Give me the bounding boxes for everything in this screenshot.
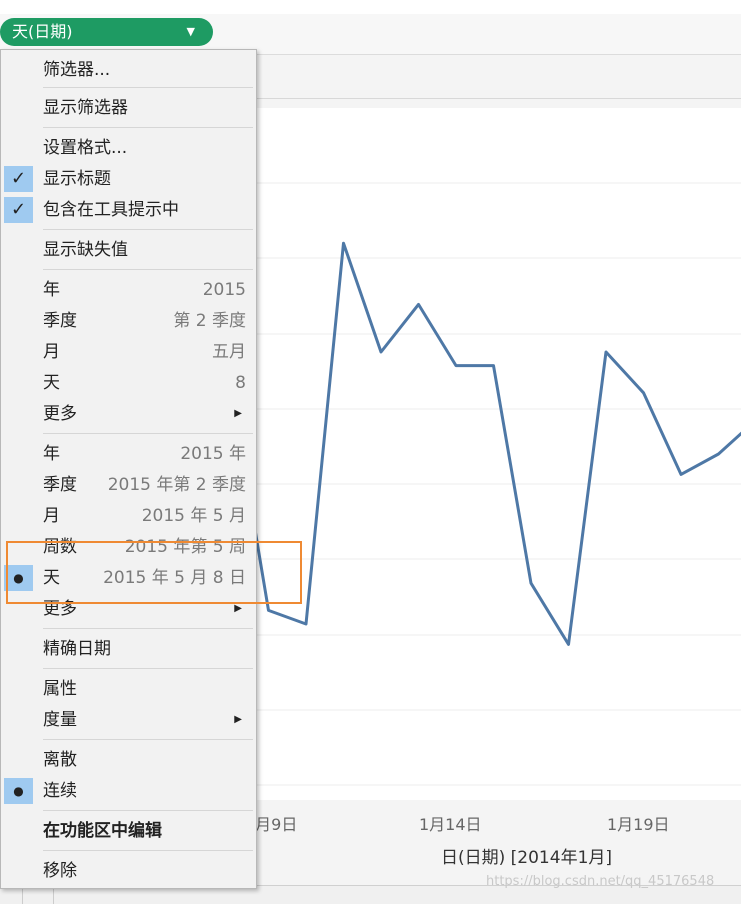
series-line[interactable] — [257, 241, 741, 646]
menu-separator — [43, 850, 253, 851]
menu-item-label: 月 — [43, 506, 60, 526]
menu-item-label: 属性 — [43, 679, 77, 699]
annotation-highlight-box — [6, 541, 302, 604]
menu-item-label: 离散 — [43, 750, 77, 770]
menu-item[interactable]: 精确日期 — [1, 634, 256, 664]
menu-item[interactable]: 移除 — [1, 856, 256, 886]
checkmark-icon: ✓ — [10, 168, 27, 189]
menu-item[interactable]: 月 2015 年 5 月 — [1, 501, 256, 531]
menu-item-label: 包含在工具提示中 — [43, 200, 179, 220]
menu-item-label: 度量 — [43, 710, 77, 730]
x-axis-title[interactable]: 日(日期) [2014年1月] — [441, 843, 612, 868]
line-chart — [257, 182, 741, 786]
menu-separator — [43, 628, 253, 629]
menu-item-label: 天 — [43, 373, 60, 393]
menu-item[interactable]: 更多 ▶ — [1, 399, 256, 429]
menu-item[interactable]: 季度 2015 年第 2 季度 — [1, 470, 256, 500]
menu-item[interactable]: 年 2015 — [1, 275, 256, 305]
menu-separator — [43, 127, 253, 128]
watermark: https://blog.csdn.net/qq_45176548 — [486, 874, 715, 889]
menu-separator — [43, 229, 253, 230]
menu-item-value: 2015 年第 2 季度 — [107, 475, 246, 495]
menu-item[interactable]: 在功能区中编辑 — [1, 816, 256, 846]
menu-item[interactable]: 季度 第 2 季度 — [1, 306, 256, 336]
menu-item-label: 移除 — [43, 861, 77, 881]
x-tick-label: 1月14日 — [419, 815, 482, 834]
menu-item-label: 设置格式... — [43, 138, 128, 158]
menu-separator — [43, 668, 253, 669]
field-context-menu: 筛选器... 显示筛选器设置格式... ✓ 显示标题 ✓ 包含在工具提示中 显示缺失值年 20… — [0, 49, 257, 889]
menu-selection-mark: ✓ — [4, 166, 33, 192]
menu-item[interactable]: 属性 — [1, 674, 256, 704]
menu-item-value: 2015 — [202, 280, 246, 300]
chevron-down-icon[interactable]: ▼ — [187, 18, 195, 46]
plot-area[interactable] — [257, 108, 741, 800]
menu-selection-mark: ✓ — [4, 197, 33, 223]
menu-item[interactable]: 设置格式... — [1, 133, 256, 163]
field-pill-day-date[interactable]: 天(日期) ▼ — [0, 18, 213, 46]
worksheet-header — [257, 60, 741, 99]
menu-separator — [43, 739, 253, 740]
menu-item-value: 2015 年 5 月 — [141, 506, 246, 526]
menu-item[interactable]: ✓ 包含在工具提示中 — [1, 195, 256, 225]
menu-selection-mark: ● — [4, 778, 33, 804]
menu-item-value: 五月 — [212, 342, 246, 362]
menu-item[interactable]: 显示筛选器 — [1, 93, 256, 123]
x-tick-label: 1月19日 — [607, 815, 670, 834]
menu-item-label: 显示筛选器 — [43, 98, 128, 118]
menu-item-label: 季度 — [43, 311, 77, 331]
menu-item[interactable]: 度量 ▶ — [1, 705, 256, 735]
menu-separator — [43, 269, 253, 270]
menu-item[interactable]: ● 连续 — [1, 776, 256, 806]
menu-item-label: 在功能区中编辑 — [43, 821, 162, 841]
menu-item-label: 季度 — [43, 475, 77, 495]
menu-item-label: 显示缺失值 — [43, 240, 128, 260]
menu-item-label: 年 — [43, 280, 60, 300]
menu-item[interactable]: 年 2015 年 — [1, 439, 256, 469]
field-pill-label: 天(日期) — [12, 22, 73, 41]
menu-item-label: 筛选器... — [43, 60, 111, 80]
menu-item[interactable]: 月 五月 — [1, 337, 256, 367]
menu-item[interactable]: 筛选器... — [1, 55, 256, 85]
menu-item-label: 年 — [43, 444, 60, 464]
menu-item[interactable]: 天8 — [1, 368, 256, 398]
menu-item-label: 月 — [43, 342, 60, 362]
menu-item-label: 连续 — [43, 781, 77, 801]
menu-item-value: 8 — [235, 373, 246, 393]
menu-item-value: 第 2 季度 — [173, 311, 246, 331]
menu-item-label: 精确日期 — [43, 639, 111, 659]
menu-item[interactable]: 离散 — [1, 745, 256, 775]
menu-item[interactable]: ✓ 显示标题 — [1, 164, 256, 194]
submenu-arrow-icon: ▶ — [234, 714, 242, 725]
menu-item-label: 更多 — [43, 404, 77, 424]
menu-separator — [43, 810, 253, 811]
menu-item-value: 2015 年 — [180, 444, 246, 464]
checkmark-icon: ✓ — [10, 199, 27, 220]
submenu-arrow-icon: ▶ — [234, 408, 242, 419]
menu-item-label: 显示标题 — [43, 169, 111, 189]
top-strip — [0, 0, 741, 15]
radio-dot-icon: ● — [13, 784, 24, 798]
menu-item[interactable]: 显示缺失值 — [1, 235, 256, 265]
menu-separator — [43, 433, 253, 434]
menu-separator — [43, 87, 253, 88]
